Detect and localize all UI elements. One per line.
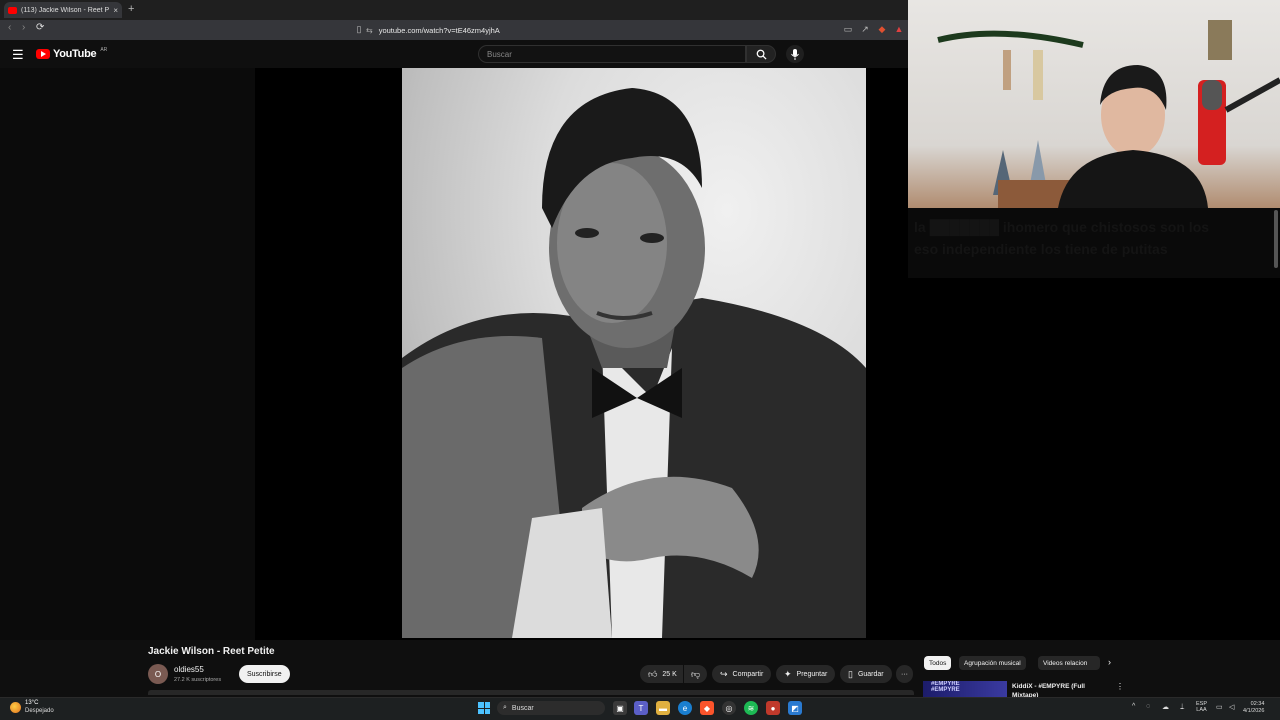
like-button[interactable]: 👍︎ 25 K [640, 665, 683, 683]
region-code: AR [100, 47, 108, 53]
taskbar-search[interactable]: ⌕ Buscar [497, 701, 605, 715]
player-left-shade [0, 68, 255, 640]
more-actions-button[interactable]: ··· [896, 665, 913, 683]
search-input[interactable]: Buscar [478, 45, 746, 63]
thumbs-up-icon: 👍︎ [648, 668, 658, 679]
dislike-button[interactable]: 👎︎ [684, 665, 708, 683]
brave-shield-icon[interactable]: ◆ [877, 24, 887, 34]
search-icon: ⌕ [503, 704, 507, 711]
chip-next-icon[interactable]: › [1108, 657, 1111, 667]
forward-icon[interactable]: › [22, 22, 25, 33]
keyboard-layout: LAA [1196, 707, 1207, 713]
share-button[interactable]: ↪ Compartir [712, 665, 772, 683]
bookmark-add-icon: ▯ [848, 668, 853, 679]
task-view-icon[interactable]: ▣ [613, 701, 627, 715]
new-tab-button[interactable]: + [128, 3, 134, 15]
tab-close-icon[interactable]: × [113, 6, 118, 15]
language-indicator[interactable]: ESP LAA [1196, 701, 1207, 713]
taskbar-search-label: Buscar [511, 704, 534, 712]
portrait-image [402, 88, 866, 638]
search-button[interactable] [746, 45, 776, 63]
bookmark-icon[interactable]: ▯ [354, 24, 364, 34]
edge-icon[interactable]: e [678, 701, 692, 715]
cast-icon[interactable]: ▭ [843, 24, 853, 34]
weather-icon[interactable] [10, 702, 21, 713]
video-title: Jackie Wilson - Reet Petite [148, 646, 275, 657]
spotify-icon[interactable]: ≋ [744, 701, 758, 715]
volume-icon[interactable]: ◁ [1229, 703, 1234, 711]
webcam-overlay [908, 0, 1280, 208]
teams-icon[interactable]: T [634, 701, 648, 715]
overlay-comment-line-2: eso independiente los tiene de putitas [914, 241, 1168, 257]
hamburger-menu-icon[interactable]: ☰ [12, 47, 24, 63]
webcam-image [937, 20, 1280, 208]
share-page-icon[interactable]: ↗ [860, 24, 870, 34]
share-icon: ↪ [720, 668, 728, 679]
rewards-icon[interactable]: ▲ [894, 24, 904, 34]
tab-title: (113) Jackie Wilson - Reet Petite [21, 6, 110, 14]
like-count: 25 K [662, 670, 677, 678]
subscriber-count: 27.2 K suscriptores [174, 677, 222, 683]
file-explorer-icon[interactable]: ▬ [656, 701, 670, 715]
chrome-icon[interactable]: ◎ [722, 701, 736, 715]
browser-tab-strip [0, 0, 908, 20]
back-icon[interactable]: ‹ [8, 22, 11, 33]
microphone-icon [791, 48, 799, 60]
temperature: 13°C [25, 700, 39, 706]
site-info-icon[interactable]: ⇆ [366, 26, 373, 35]
brave-icon[interactable]: ◆ [700, 701, 714, 715]
youtube-logo[interactable]: YouTube AR [36, 47, 108, 60]
save-button[interactable]: ▯ Guardar [840, 665, 892, 683]
tray-overflow-icon[interactable]: ^ [1132, 703, 1135, 710]
app-icon[interactable]: ◩ [788, 701, 802, 715]
clock[interactable]: 02:34 4/1/2026 [1243, 701, 1264, 715]
save-label: Guardar [857, 670, 884, 678]
monitor-icon[interactable]: ▭ [1216, 703, 1223, 711]
cloud-icon[interactable]: ☁ [1162, 703, 1169, 711]
youtube-favicon-icon [8, 6, 17, 14]
ask-button[interactable]: ✦ Preguntar [776, 665, 836, 683]
related-more-icon[interactable]: ⋮ [1116, 682, 1124, 691]
mic-tray-icon[interactable]: ⍊ [1180, 703, 1184, 711]
chip-music-group[interactable]: Agrupación musical [959, 656, 1026, 670]
channel-avatar[interactable]: O [148, 664, 168, 684]
description-box[interactable] [148, 690, 914, 695]
clock-date: 4/1/2026 [1243, 708, 1265, 714]
browser-tab[interactable]: (113) Jackie Wilson - Reet Petite × [4, 2, 122, 18]
voice-search-button[interactable] [786, 45, 804, 63]
channel-name[interactable]: oldies55 [174, 665, 204, 674]
video-frame-portrait[interactable] [402, 68, 866, 638]
scrollbar[interactable] [1274, 210, 1278, 268]
ask-label: Preguntar [796, 670, 828, 678]
reload-icon[interactable]: ⟳ [36, 22, 44, 33]
overlay-comment: la ███████ ihomero que chistosos son los… [908, 208, 1280, 278]
network-icon[interactable]: ◌ [1146, 703, 1150, 710]
weather-description: Despejado [25, 708, 54, 714]
sidebar-background [908, 278, 1280, 640]
related-video-thumbnail[interactable]: #EMPYRE #EMPYRE [923, 681, 1007, 697]
obs-icon[interactable]: ● [766, 701, 780, 715]
chip-all[interactable]: Todos [924, 656, 952, 670]
share-label: Compartir [732, 670, 764, 678]
search-icon [756, 49, 767, 60]
youtube-play-icon [36, 49, 50, 59]
sparkle-icon: ✦ [784, 668, 792, 679]
url-text: youtube.com/watch?v=tE46zm4yjhA [378, 25, 500, 35]
chip-related[interactable]: Videos relacion [1038, 656, 1100, 670]
thumbs-down-icon: 👎︎ [691, 668, 701, 679]
overlay-comment-line-1: la ███████ ihomero que chistosos son los [914, 219, 1210, 235]
url-field[interactable]: ⇆ youtube.com/watch?v=tE46zm4yjhA [366, 23, 836, 37]
subscribe-button[interactable]: Suscribirse [239, 665, 290, 683]
clock-time: 02:34 [1250, 701, 1265, 707]
youtube-logo-text: YouTube [53, 48, 97, 60]
thumbnail-text-2: #EMPYRE [931, 687, 960, 693]
windows-start-icon[interactable] [478, 702, 490, 714]
